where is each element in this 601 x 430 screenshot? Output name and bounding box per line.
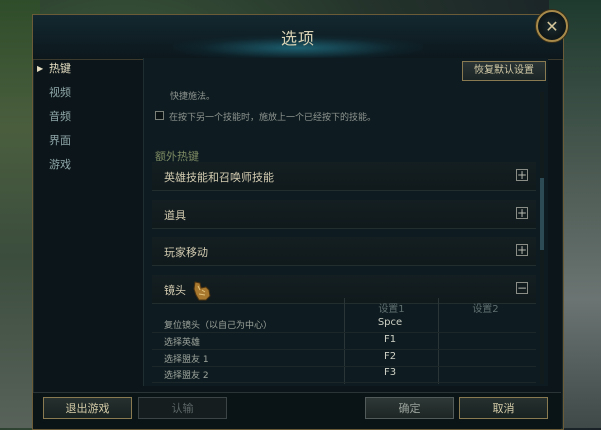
- scrollbar-thumb[interactable]: [540, 178, 544, 250]
- sidebar-item-hotkeys[interactable]: ▶ 热键: [33, 58, 140, 80]
- key-setting2[interactable]: [438, 351, 530, 365]
- key-setting2[interactable]: [438, 317, 530, 331]
- checkbox-label: 在按下另一个技能时，施放上一个已经按下的技能。: [169, 113, 377, 123]
- action-name: 选择盟友 1: [164, 355, 209, 365]
- restore-defaults-button[interactable]: 恢复默认设置: [462, 61, 546, 81]
- sidebar-item-label: 游戏: [49, 158, 71, 171]
- action-name: 复位镜头（以自己为中心）: [164, 321, 273, 331]
- key-setting2[interactable]: [438, 367, 530, 381]
- expand-plus-icon[interactable]: +: [516, 207, 528, 219]
- sidebar: ▶ 热键 视频 音频 界面 游戏: [33, 58, 140, 388]
- chevron-right-icon: ▶: [37, 64, 44, 73]
- close-icon: ✕: [545, 16, 559, 36]
- key-setting1[interactable]: F1: [345, 334, 435, 345]
- column-header-setting2: 设置2: [472, 304, 499, 315]
- table-row: 选择英雄 F1: [152, 333, 536, 350]
- cast-previous-checkbox[interactable]: [155, 111, 164, 120]
- gauntlet-cursor-icon: [193, 281, 211, 301]
- key-setting1[interactable]: F2: [345, 351, 435, 362]
- table-row: 选择盟友 2 F3: [152, 366, 536, 383]
- cancel-button[interactable]: 取消: [459, 397, 548, 419]
- expand-plus-icon[interactable]: +: [516, 244, 528, 256]
- sidebar-item-label: 界面: [49, 134, 71, 147]
- key-setting1[interactable]: F3: [345, 367, 435, 378]
- group-champion-abilities[interactable]: 英雄技能和召唤师技能 +: [152, 162, 536, 191]
- quick-cast-text: 快捷施法。: [170, 92, 216, 102]
- dialog-title: 选项: [280, 29, 315, 48]
- sidebar-item-game[interactable]: 游戏: [33, 154, 140, 176]
- title-bar: 选项: [33, 15, 563, 61]
- sidebar-item-label: 音频: [49, 110, 71, 123]
- group-label: 镜头: [164, 284, 186, 297]
- key-setting1[interactable]: Spce: [345, 317, 435, 328]
- column-header-setting1: 设置1: [378, 304, 405, 315]
- key-setting2[interactable]: [438, 334, 530, 348]
- table-row: 选择盟友 1 F2: [152, 350, 536, 367]
- surrender-button[interactable]: 认输: [138, 397, 227, 419]
- group-label: 道具: [164, 209, 186, 222]
- sidebar-item-label: 热键: [49, 62, 71, 75]
- collapse-minus-icon[interactable]: −: [516, 282, 528, 294]
- quit-game-button[interactable]: 退出游戏: [43, 397, 132, 419]
- sidebar-item-interface[interactable]: 界面: [33, 130, 140, 152]
- table-row: 复位镜头（以自己为中心） Spce: [152, 316, 536, 333]
- ok-button[interactable]: 确定: [365, 397, 454, 419]
- action-name: 选择英雄: [164, 338, 201, 348]
- group-label: 英雄技能和召唤师技能: [164, 171, 274, 184]
- sidebar-item-video[interactable]: 视频: [33, 82, 140, 104]
- action-name: 选择盟友 2: [164, 371, 209, 381]
- group-label: 玩家移动: [164, 246, 208, 259]
- group-player-movement[interactable]: 玩家移动 +: [152, 237, 536, 266]
- close-button[interactable]: ✕: [536, 10, 568, 42]
- sidebar-item-label: 视频: [49, 86, 71, 99]
- sidebar-item-audio[interactable]: 音频: [33, 106, 140, 128]
- group-items[interactable]: 道具 +: [152, 200, 536, 229]
- expand-plus-icon[interactable]: +: [516, 169, 528, 181]
